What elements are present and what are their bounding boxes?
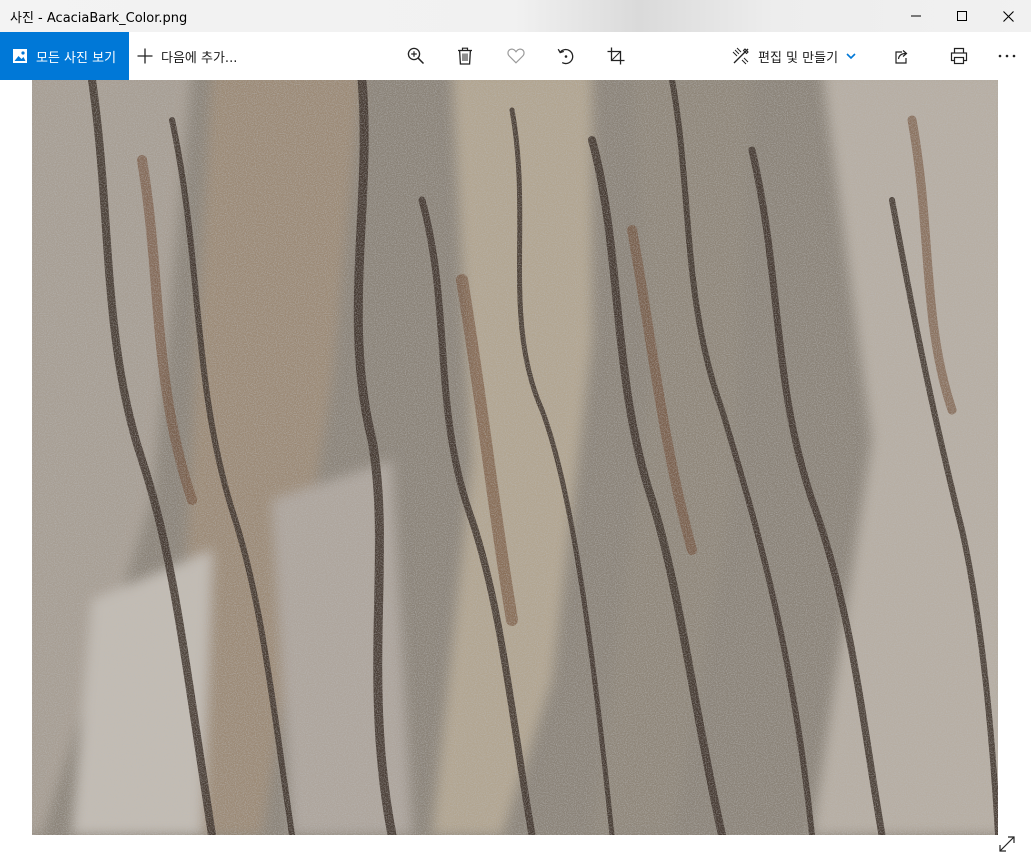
minimize-icon: [911, 15, 921, 17]
rotate-button[interactable]: [556, 46, 576, 66]
toolbar: 모든 사진 보기 다음에 추가... 편집 및 만들기: [0, 32, 1031, 80]
delete-button[interactable]: [455, 46, 475, 66]
edit-create-button[interactable]: 편집 및 만들기: [732, 32, 856, 80]
image-icon: [13, 49, 27, 63]
title-bar: 사진 - AcaciaBark_Color.png: [0, 0, 1031, 32]
minimize-button[interactable]: [893, 0, 939, 32]
more-button[interactable]: [997, 46, 1017, 66]
expand-icon: [999, 836, 1015, 852]
all-photos-label: 모든 사진 보기: [36, 50, 117, 66]
maximize-icon: [957, 11, 967, 21]
print-icon: [950, 47, 968, 65]
photo-image: [32, 80, 998, 835]
crop-button[interactable]: [606, 46, 626, 66]
zoom-in-button[interactable]: [406, 46, 426, 66]
edit-create-label: 편집 및 만들기: [758, 50, 839, 66]
share-button[interactable]: [890, 46, 910, 66]
rotate-icon: [557, 48, 574, 65]
maximize-button[interactable]: [939, 0, 985, 32]
plus-icon: [137, 48, 153, 64]
favorite-button[interactable]: [506, 46, 526, 66]
edit-create-icon: [732, 47, 750, 65]
close-icon: [1002, 10, 1014, 22]
photo-view[interactable]: [32, 80, 998, 835]
zoom-in-icon: [407, 47, 425, 65]
share-icon: [895, 50, 908, 64]
more-icon: [998, 54, 1016, 58]
chevron-down-icon: [846, 53, 856, 59]
crop-icon: [607, 47, 625, 65]
print-button[interactable]: [949, 46, 969, 66]
window-title: 사진 - AcaciaBark_Color.png: [10, 11, 188, 26]
close-button[interactable]: [985, 0, 1031, 32]
add-to-label: 다음에 추가...: [161, 50, 238, 66]
all-photos-button[interactable]: 모든 사진 보기: [0, 32, 129, 80]
delete-icon: [458, 47, 472, 65]
favorite-icon: [507, 48, 525, 64]
expand-button[interactable]: [996, 833, 1018, 855]
add-to-button[interactable]: 다음에 추가...: [137, 32, 237, 80]
